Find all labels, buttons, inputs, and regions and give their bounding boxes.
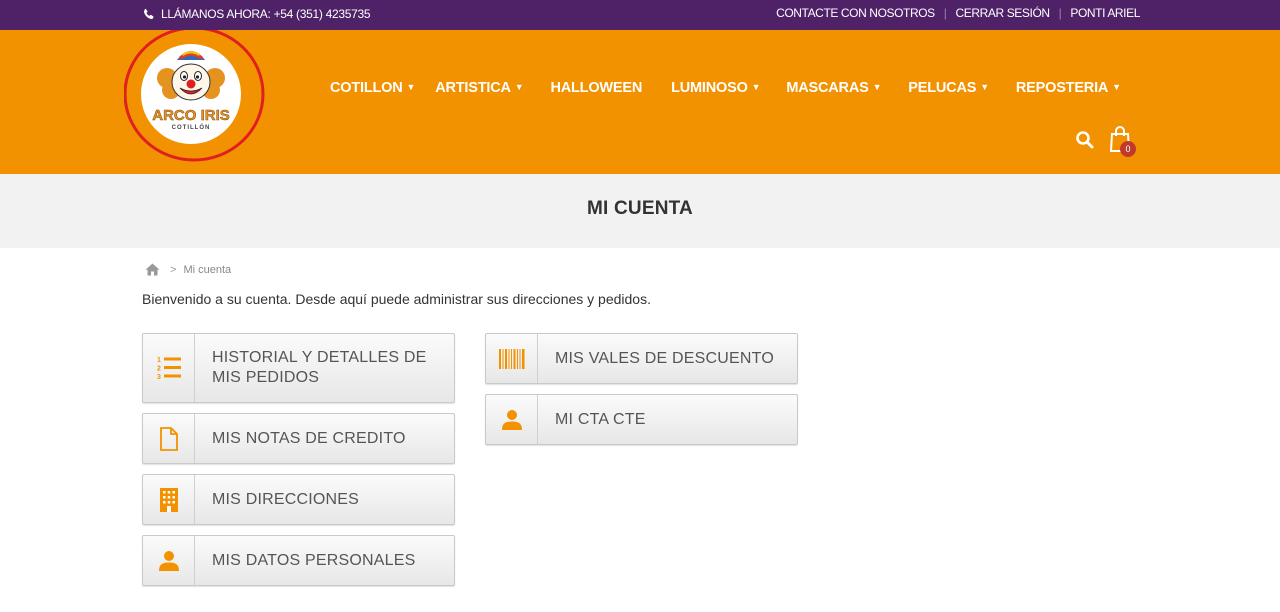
file-icon (143, 414, 195, 463)
welcome-text: Bienvenido a su cuenta. Desde aquí puede… (142, 291, 651, 307)
list-ol-icon: 1 2 3 (143, 334, 195, 402)
nav-item-pelucas[interactable]: PELUCAS ▼ (908, 80, 989, 96)
page-title-band: MI CUENTA (0, 174, 1280, 248)
chevron-down-icon: ▼ (1112, 82, 1121, 92)
nav-item-artistica[interactable]: ARTISTICA ▼ (435, 80, 523, 96)
home-icon[interactable] (145, 263, 160, 276)
main-header: ARCO IRIS COTILLÓN COTILLON ▼ ARTISTICA ▼ … (0, 26, 1280, 174)
user-icon (486, 395, 538, 444)
cart-button[interactable]: 0 (1108, 125, 1138, 157)
nav-label: PELUCAS (908, 80, 977, 96)
site-logo[interactable]: ARCO IRIS COTILLÓN (123, 26, 265, 162)
nav-label: HALLOWEEN (550, 80, 643, 96)
phone-contact: LLÁMANOS AHORA: +54 (351) 4235735 (142, 7, 371, 21)
chevron-down-icon: ▼ (872, 82, 882, 92)
discount-vouchers-button[interactable]: MIS VALES DE DESCUENTO (485, 333, 798, 384)
svg-text:1: 1 (157, 357, 161, 364)
building-icon (143, 475, 195, 524)
cart-count-badge: 0 (1120, 141, 1136, 157)
nav-label: COTILLON (330, 80, 403, 96)
discount-vouchers-label: MIS VALES DE DESCUENTO (555, 349, 774, 367)
order-history-label: HISTORIAL Y DETALLES DE MIS PEDIDOS (212, 349, 427, 386)
user-account-link[interactable]: PONTI ARIEL (1070, 6, 1140, 20)
nav-label: ARTISTICA (435, 80, 511, 96)
nav-label: LUMINOSO (671, 80, 748, 96)
nav-item-luminoso[interactable]: LUMINOSO ▼ (671, 80, 760, 96)
main-nav: COTILLON ▼ ARTISTICA ▼ HALLOWEEN LUMINOSO ▼… (330, 80, 1121, 96)
search-icon[interactable] (1075, 130, 1095, 150)
credit-notes-label: MIS NOTAS DE CREDITO (212, 429, 406, 447)
logo-subtext: COTILLÓN (172, 123, 211, 131)
barcode-icon (486, 334, 538, 383)
breadcrumb-current: Mi cuenta (183, 263, 232, 276)
nav-item-halloween[interactable]: HALLOWEEN (550, 80, 642, 96)
credit-notes-button[interactable]: MIS NOTAS DE CREDITO (142, 413, 455, 464)
current-account-button[interactable]: MI CTA CTE (485, 394, 798, 445)
contact-link[interactable]: CONTACTE CON NOSOTROS (776, 6, 935, 20)
phone-icon (143, 8, 154, 19)
separator: | (943, 6, 947, 20)
chevron-down-icon: ▼ (514, 82, 524, 92)
nav-item-mascaras[interactable]: MASCARAS ▼ (786, 80, 881, 96)
breadcrumb: > Mi cuenta (145, 263, 231, 276)
addresses-label: MIS DIRECCIONES (212, 490, 360, 508)
logo-text: ARCO IRIS (152, 107, 230, 124)
current-account-label: MI CTA CTE (555, 410, 646, 428)
user-icon (143, 536, 195, 585)
top-bar: LLÁMANOS AHORA: +54 (351) 4235735 CONTAC… (0, 0, 1280, 30)
phone-text: LLÁMANOS AHORA: +54 (351) 4235735 (161, 7, 371, 21)
personal-data-button[interactable]: MIS DATOS PERSONALES (142, 535, 455, 586)
addresses-button[interactable]: MIS DIRECCIONES (142, 474, 455, 525)
chevron-down-icon: ▼ (751, 82, 761, 92)
personal-data-label: MIS DATOS PERSONALES (212, 551, 416, 569)
page-title: MI CUENTA (587, 198, 693, 219)
top-links: CONTACTE CON NOSOTROS | CERRAR SESIÓN | … (776, 6, 1140, 20)
separator: | (1058, 6, 1062, 20)
chevron-down-icon: ▼ (980, 82, 989, 92)
breadcrumb-separator: > (170, 263, 177, 276)
nav-label: REPOSTERIA (1015, 80, 1109, 96)
chevron-down-icon: ▼ (406, 82, 416, 92)
nav-label: MASCARAS (786, 80, 869, 96)
svg-text:2: 2 (157, 366, 161, 373)
order-history-button[interactable]: 1 2 3 HISTORIAL Y DETALLES DE MIS PEDIDO… (142, 333, 455, 403)
logout-link[interactable]: CERRAR SESIÓN (956, 6, 1051, 20)
nav-item-reposteria[interactable]: REPOSTERIA ▼ (1016, 80, 1121, 96)
svg-text:3: 3 (157, 374, 161, 381)
nav-item-cotillon[interactable]: COTILLON ▼ (330, 80, 415, 96)
